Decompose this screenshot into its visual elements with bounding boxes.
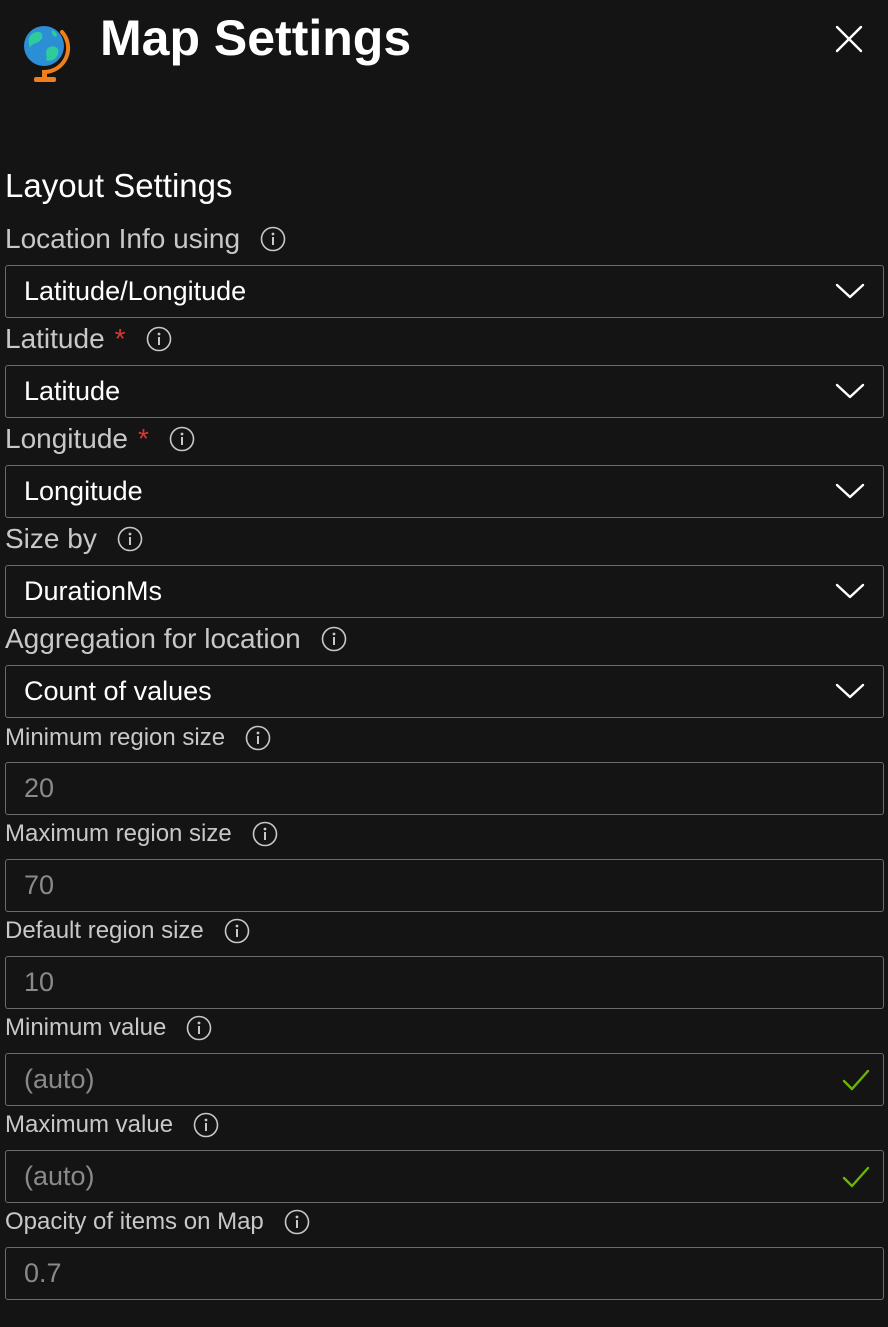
info-icon[interactable] [321, 626, 347, 652]
checkmark-icon [842, 1166, 870, 1188]
longitude-dropdown[interactable]: Longitude [5, 465, 884, 518]
default-region-size-label: Default region size [5, 913, 250, 949]
size-by-label: Size by [5, 519, 143, 559]
max-value-label: Maximum value [5, 1107, 219, 1143]
max-value-label-text: Maximum value [5, 1111, 174, 1138]
checkmark-icon [842, 1069, 870, 1091]
min-region-size-input[interactable]: 20 [5, 762, 884, 815]
min-value-value: (auto) [24, 1064, 95, 1094]
latitude-label: Latitude * [5, 319, 172, 359]
required-indicator: * [114, 323, 126, 354]
latitude-value: Latitude [24, 376, 121, 406]
location-info-value: Latitude/Longitude [24, 276, 247, 306]
chevron-down-icon [835, 483, 865, 499]
min-value-label-text: Minimum value [5, 1014, 167, 1041]
min-value-label: Minimum value [5, 1010, 212, 1046]
default-region-size-label-text: Default region size [5, 917, 204, 944]
globe-icon [24, 26, 71, 82]
aggregation-label-text: Aggregation for location [5, 623, 301, 654]
latitude-dropdown[interactable]: Latitude [5, 365, 884, 418]
max-value-value: (auto) [24, 1161, 95, 1191]
info-icon[interactable] [117, 526, 143, 552]
max-region-size-value: 70 [24, 870, 55, 900]
size-by-value: DurationMs [24, 576, 163, 606]
section-title: Layout Settings [5, 167, 233, 204]
opacity-label: Opacity of items on Map [5, 1204, 310, 1240]
longitude-label-text: Longitude [5, 423, 129, 454]
longitude-value: Longitude [24, 476, 143, 506]
info-icon[interactable] [284, 1209, 310, 1235]
opacity-value: 0.7 [24, 1258, 62, 1288]
location-info-label: Location Info using [5, 219, 286, 259]
min-region-size-label: Minimum region size [5, 720, 271, 756]
close-button[interactable] [828, 18, 870, 60]
info-icon[interactable] [146, 326, 172, 352]
max-value-input[interactable]: (auto) [5, 1150, 884, 1203]
required-indicator: * [138, 423, 149, 454]
chevron-down-icon [835, 383, 865, 399]
chevron-down-icon [835, 683, 865, 699]
size-by-label-text: Size by [5, 523, 97, 554]
page-title: Map Settings [100, 10, 412, 66]
default-region-size-value: 10 [24, 967, 55, 997]
location-info-label-text: Location Info using [5, 223, 241, 254]
max-region-size-label-text: Maximum region size [5, 820, 232, 847]
default-region-size-input[interactable]: 10 [5, 956, 884, 1009]
latitude-label-text: Latitude [5, 323, 105, 354]
info-icon[interactable] [169, 426, 195, 452]
info-icon[interactable] [245, 725, 271, 751]
info-icon[interactable] [260, 226, 286, 252]
aggregation-dropdown[interactable]: Count of values [5, 665, 884, 718]
panel-header: Map Settings [0, 0, 888, 110]
info-icon[interactable] [186, 1015, 212, 1041]
close-icon[interactable] [835, 25, 863, 53]
max-region-size-input[interactable]: 70 [5, 859, 884, 912]
min-region-size-label-text: Minimum region size [5, 724, 226, 751]
opacity-input[interactable]: 0.7 [5, 1247, 884, 1300]
min-region-size-value: 20 [24, 773, 55, 803]
location-info-dropdown[interactable]: Latitude/Longitude [5, 265, 884, 318]
min-value-input[interactable]: (auto) [5, 1053, 884, 1106]
info-icon[interactable] [224, 918, 250, 944]
size-by-dropdown[interactable]: DurationMs [5, 565, 884, 618]
max-region-size-label: Maximum region size [5, 816, 278, 852]
chevron-down-icon [835, 583, 865, 599]
chevron-down-icon [835, 283, 865, 299]
aggregation-label: Aggregation for location [5, 619, 347, 659]
opacity-label-text: Opacity of items on Map [5, 1208, 264, 1235]
aggregation-value: Count of values [24, 676, 212, 706]
info-icon[interactable] [193, 1112, 219, 1138]
longitude-label: Longitude * [5, 419, 195, 459]
info-icon[interactable] [252, 821, 278, 847]
